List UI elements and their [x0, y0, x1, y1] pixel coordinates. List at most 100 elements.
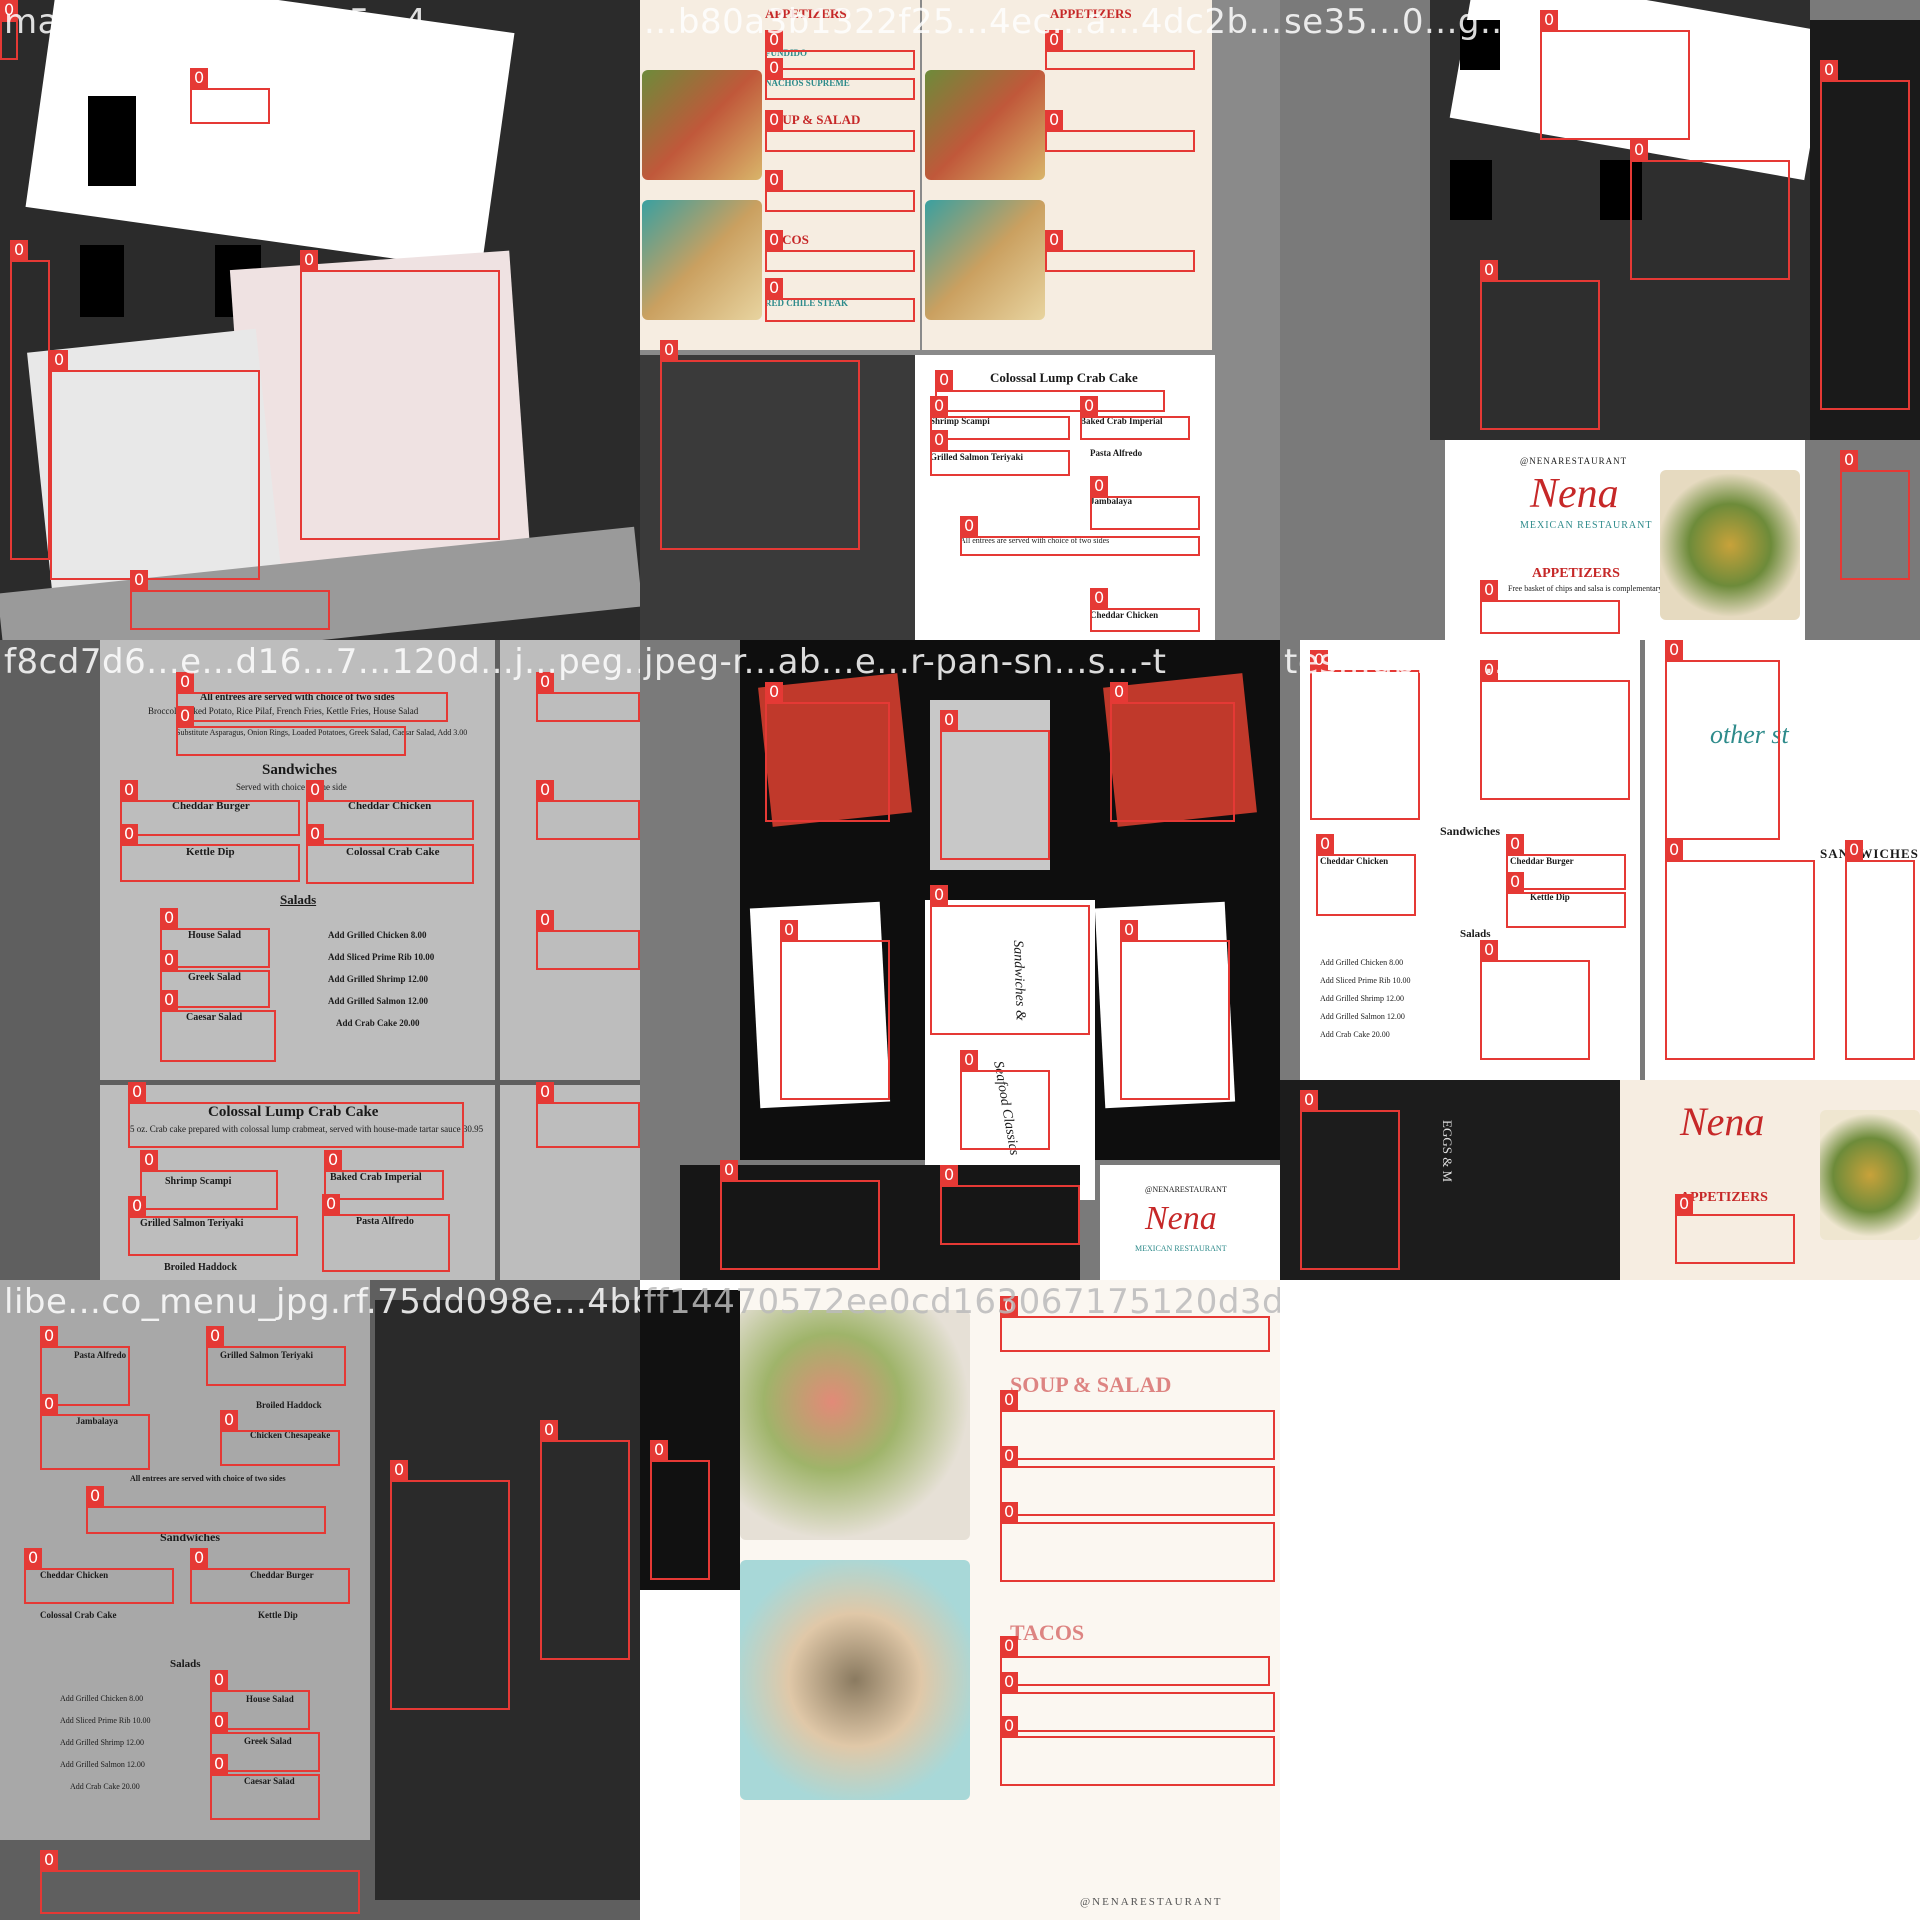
detection-box: 0 [940, 1165, 1080, 1245]
menu-text: Add Crab Cake 20.00 [70, 1782, 140, 1791]
detection-box: 0 [536, 910, 640, 970]
detection-box: 0 [765, 170, 915, 212]
food-photo [740, 1310, 970, 1540]
detection-box: 0 [765, 58, 915, 100]
mosaic-tile-8: SOUP & SALAD TACOS @NENARESTAURANT ff144… [640, 1280, 1280, 1920]
menu-text: @NENARESTAURANT [1080, 1896, 1223, 1908]
detection-box: 0 [1540, 10, 1690, 140]
detection-box: 0 [1480, 260, 1600, 430]
detection-box: 0 [1665, 640, 1780, 840]
menu-text: Add Crab Cake 20.00 [336, 1018, 420, 1028]
detection-box: 0 [780, 920, 890, 1100]
detection-box: 0 [390, 1460, 510, 1710]
detection-box: 0 [1000, 1716, 1275, 1786]
menu-text: TACOS [1010, 1620, 1085, 1645]
detection-box: 0 [536, 780, 640, 840]
detection-box: 0 [306, 824, 474, 884]
detection-box: 0 [1090, 588, 1200, 632]
detection-box: 0 [120, 824, 300, 882]
menu-text: Add Grilled Chicken 8.00 [1320, 958, 1404, 967]
detection-box: 0 [1820, 60, 1910, 410]
food-photo [925, 70, 1045, 180]
detection-box: 0 [220, 1410, 340, 1466]
detection-box: 0 [300, 250, 500, 540]
black-block [1450, 160, 1492, 220]
detection-box: 0 [1000, 1636, 1270, 1686]
detection-box: 0 [324, 1150, 444, 1200]
detection-box: 0 [1120, 920, 1230, 1100]
tile-title: libe...co_menu_jpg.rf.75dd098e...4bb...b… [4, 1282, 640, 1322]
detection-box: 0 [1845, 840, 1915, 1060]
menu-text: SOUP & SALAD [1010, 1372, 1172, 1397]
nena-logo: Nena [1530, 471, 1619, 517]
detection-box: 0 [1000, 1502, 1275, 1582]
detection-box: 0 [536, 672, 640, 722]
menu-text: Add Grilled Salmon 12.00 [1320, 1012, 1405, 1021]
detection-box: 0 [190, 1548, 350, 1604]
detection-box: 0 [650, 1440, 710, 1580]
detection-box: 0 [1506, 872, 1626, 928]
mosaic-tile-3: @NENARESTAURANT Nena MEXICAN RESTAURANT … [1280, 0, 1920, 640]
detection-box: 0 [1045, 30, 1195, 70]
detection-box: 0 [1630, 140, 1790, 280]
detection-box: 0 [930, 430, 1070, 476]
menu-text: All entrees are served with choice of tw… [130, 1474, 286, 1483]
detection-box: 0 [50, 350, 260, 580]
detection-box: 0 [1000, 1390, 1275, 1460]
menu-text: APPETIZERS [1680, 1190, 1768, 1205]
detection-box: 0 [128, 1196, 298, 1256]
tile-title: ff14470572ee0cd163067175120d3dd6f_jpeg.r… [644, 1282, 1280, 1322]
scan-paper [640, 1590, 740, 1920]
detection-box: 0 [765, 30, 915, 70]
menu-text: MEXICAN RESTAURANT [1135, 1244, 1227, 1253]
detection-box: 0 [140, 1150, 278, 1210]
mosaic-tile-2: APPETIZERS FUNDIDO NACHOS SUPREME SOUP &… [640, 0, 1280, 640]
detection-box: 0 [960, 1050, 1050, 1150]
menu-text: Add Grilled Salmon 12.00 [328, 996, 429, 1006]
mosaic-tile-4: All entrees are served with choice of tw… [0, 640, 640, 1280]
menu-text: Salads [1460, 928, 1491, 940]
detection-box: 0 [1300, 1090, 1400, 1270]
detection-box: 0 [1310, 650, 1420, 820]
food-photo [642, 70, 762, 180]
detection-box: 0 [960, 516, 1200, 556]
detection-box: 0 [40, 1394, 150, 1470]
detection-box: 0 [190, 68, 270, 124]
mosaic-tile-1: ma...0...a3b13...5...5...4 0 0 0 0 0 0 [0, 0, 640, 640]
menu-text: @NENARESTAURANT [1145, 1185, 1227, 1194]
detection-box: 0 [720, 1160, 880, 1270]
menu-text: Salads [170, 1658, 201, 1670]
tile-title: tes...ub...r...2... [1284, 642, 1551, 682]
mosaic-tile-6: Sandwiches Cheddar Chicken Cheddar Burge… [1280, 640, 1920, 1280]
food-photo [1820, 1110, 1920, 1240]
detection-box: 0 [930, 885, 1090, 1035]
detection-box: 0 [206, 1326, 346, 1386]
menu-text: Add Grilled Chicken 8.00 [328, 930, 427, 940]
detection-box: 0 [322, 1194, 450, 1272]
detection-box: 0 [660, 340, 860, 550]
tile-title: se35...0...g...f [1284, 2, 1527, 42]
detection-box: 0 [765, 110, 915, 152]
detection-box: 0 [1090, 476, 1200, 530]
detection-box: 0 [1480, 940, 1590, 1060]
menu-text: Colossal Crab Cake [40, 1610, 117, 1620]
menu-text: Add Grilled Shrimp 12.00 [328, 974, 429, 984]
detection-box: 0 [540, 1420, 630, 1660]
menu-text: Broiled Haddock [164, 1262, 237, 1273]
detection-box: 0 [1480, 580, 1620, 634]
tile-title: ...b80a3b1322f25...4ec...a...4dc2b...e35… [644, 2, 1280, 42]
detection-box: 0 [176, 706, 406, 756]
menu-text: Free basket of chips and salsa is comple… [1508, 584, 1663, 593]
detection-box: 0 [306, 780, 474, 840]
menu-text: Sandwiches [1440, 824, 1501, 838]
nena-logo: Nena [1680, 1099, 1765, 1144]
menu-text: MEXICAN RESTAURANT [1520, 520, 1653, 531]
food-photo [925, 200, 1045, 320]
detection-box: 0 [1045, 230, 1195, 272]
food-photo [1660, 470, 1800, 620]
tile-title: f8cd7d6...e...d16...7...120d...j...peg..… [4, 642, 640, 682]
menu-text: Broiled Haddock [256, 1400, 322, 1410]
detection-box: 0 [1045, 110, 1195, 152]
menu-text: Pasta Alfredo [1090, 448, 1143, 458]
tile-title: ma...0...a3b13...5...5...4 [4, 2, 427, 42]
